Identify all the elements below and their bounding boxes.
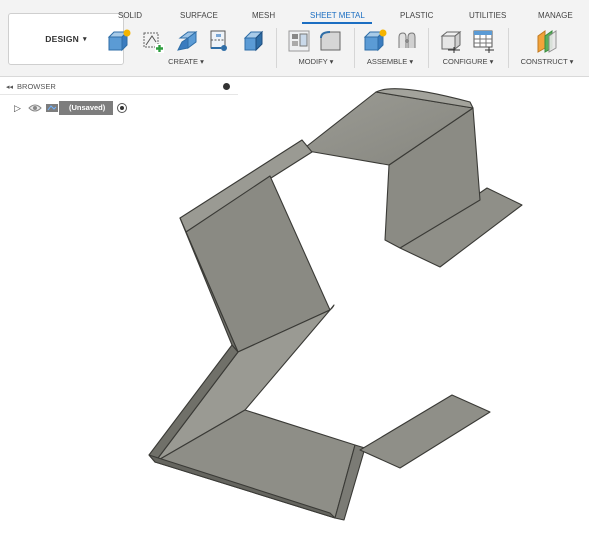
viewport-canvas[interactable] — [0, 0, 589, 536]
bottom-flange — [359, 394, 491, 469]
sheet-metal-part[interactable] — [148, 88, 523, 521]
